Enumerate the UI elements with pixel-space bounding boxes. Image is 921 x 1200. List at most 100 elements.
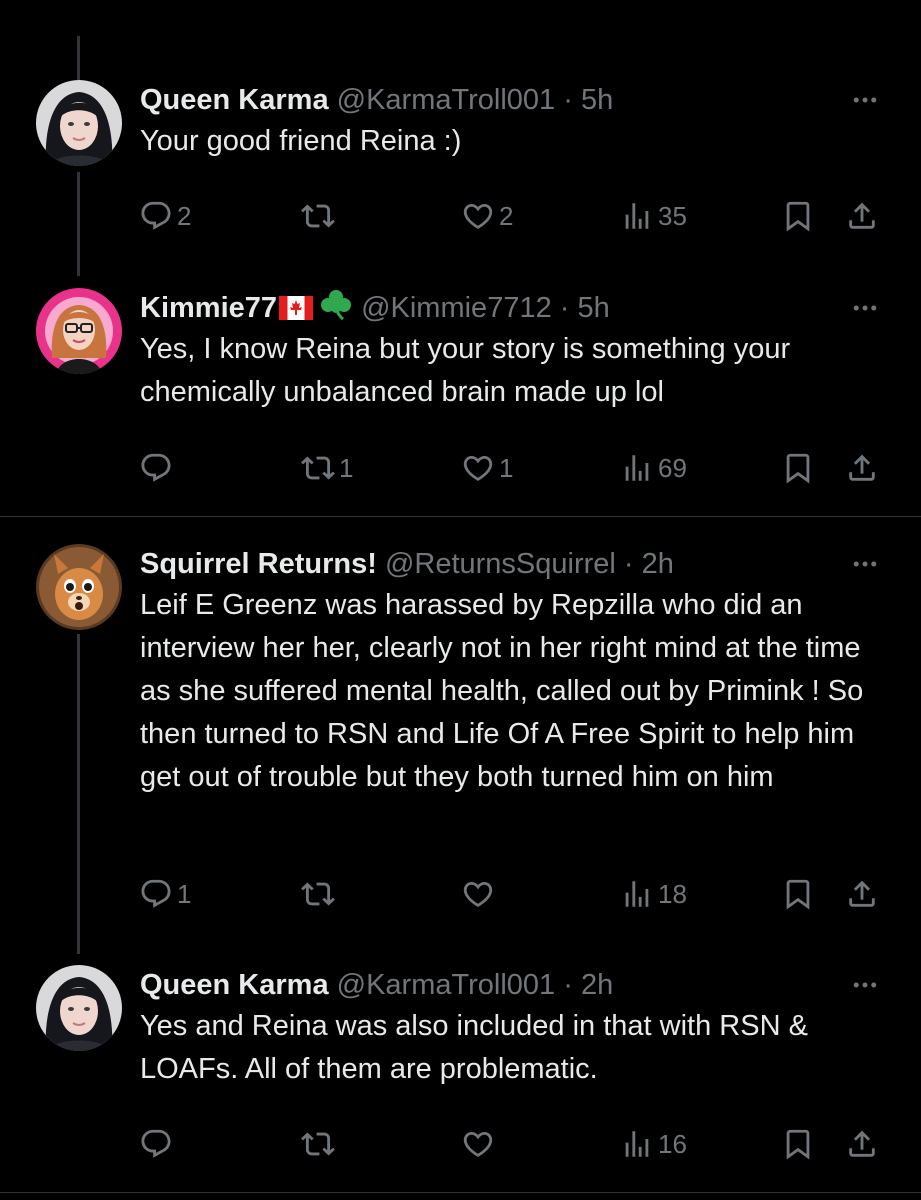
author-handle[interactable]: @ReturnsSquirrel [385,548,616,580]
reply-icon [139,877,173,911]
share-icon [845,877,879,911]
more-options-button[interactable] [847,80,883,120]
author-handle[interactable]: @KarmaTroll001 [337,969,556,1001]
heart-icon [461,451,495,485]
retweet-button[interactable] [301,196,339,236]
tweet-text: Yes and Reina was also included in that … [140,1010,808,1085]
retweet-button[interactable] [301,1124,339,1164]
bookmark-icon [781,1127,815,1161]
retweet-button[interactable] [301,874,339,914]
views-button[interactable]: 35 [620,196,687,236]
more-options-button[interactable] [847,965,883,1005]
post-time[interactable]: 2h [642,548,674,580]
thread-line-top [77,36,80,80]
views-count: 16 [658,1128,687,1159]
views-count: 18 [658,878,687,909]
woman-dark-hair-avatar-icon [36,965,122,1051]
reply-button[interactable]: 2 [139,196,191,236]
tweet-header: Squirrel Returns! @ReturnsSquirrel · 2h [140,544,674,584]
views-icon [620,1127,654,1161]
avatar-queen-karma[interactable] [36,80,122,166]
share-button[interactable] [845,874,879,914]
author-handle[interactable]: @KarmaTroll001 [337,84,556,116]
like-button[interactable]: 2 [461,196,513,236]
action-bar: 16 [0,1124,921,1164]
author-name[interactable]: Kimmie77 [140,292,277,324]
author-handle[interactable]: @Kimmie7712 [361,292,552,324]
bottom-divider [0,1192,921,1193]
bookmark-button[interactable] [781,196,815,236]
retweet-icon [301,1127,335,1161]
tweet-header: Kimmie77 @Kimmie7712 · 5h [140,288,610,328]
retweet-icon [301,199,335,233]
reply-icon [139,1127,173,1161]
bookmark-icon [781,877,815,911]
share-button[interactable] [845,448,879,488]
avatar-queen-karma[interactable] [36,965,122,1051]
like-button[interactable] [461,1124,499,1164]
reply-count: 2 [177,200,192,231]
bookmark-icon [781,451,815,485]
post-time[interactable]: 2h [581,969,613,1001]
author-name[interactable]: Queen Karma [140,969,329,1001]
tweet-header: Queen Karma @KarmaTroll001 · 5h [140,80,613,120]
heart-icon [461,877,495,911]
header-separator: · [563,969,573,1001]
views-icon [620,199,654,233]
bookmark-icon [781,199,815,233]
reply-button[interactable] [139,448,177,488]
bookmark-button[interactable] [781,448,815,488]
tweet-4[interactable]: Queen Karma @KarmaTroll001 · 2h Yes and … [0,965,921,1185]
bookmark-button[interactable] [781,874,815,914]
shamrock-icon [321,290,352,321]
post-time[interactable]: 5h [578,292,610,324]
heart-icon [461,1127,495,1161]
share-button[interactable] [845,196,879,236]
section-divider [0,516,921,517]
like-count: 1 [499,452,514,483]
tweet-2[interactable]: Kimmie77 @Kimmie7712 · 5h Yes, I know Re… [0,288,921,508]
header-separator: · [623,548,634,580]
post-time[interactable]: 5h [581,84,613,116]
author-name[interactable]: Queen Karma [140,84,329,116]
header-separator: · [559,292,570,324]
retweet-button[interactable]: 1 [301,448,353,488]
more-icon [850,970,880,1000]
share-button[interactable] [845,1124,879,1164]
share-icon [845,451,879,485]
woman-dark-hair-avatar-icon [36,80,122,166]
reply-button[interactable] [139,1124,177,1164]
more-options-button[interactable] [847,288,883,328]
more-options-button[interactable] [847,544,883,584]
tweet-3[interactable]: Squirrel Returns! @ReturnsSquirrel · 2h … [0,544,921,934]
header-separator: · [563,84,573,116]
pink-glasses-avatar-icon [36,288,122,374]
views-button[interactable]: 18 [620,874,687,914]
avatar-squirrel-returns[interactable] [36,544,122,630]
more-icon [850,549,880,579]
action-bar: 1 18 [0,874,921,914]
action-bar: 1 1 69 [0,448,921,488]
reply-button[interactable]: 1 [139,874,191,914]
author-name[interactable]: Squirrel Returns! [140,548,377,580]
share-icon [845,199,879,233]
tweet-1[interactable]: Queen Karma @KarmaTroll001 · 5h Your goo… [0,80,921,270]
views-button[interactable]: 69 [620,448,687,488]
canada-flag-icon [279,296,314,320]
tweet-text: Yes, I know Reina but your story is some… [140,333,791,408]
share-icon [845,1127,879,1161]
bookmark-button[interactable] [781,1124,815,1164]
tweet-text: Your good friend Reina :) [140,125,462,157]
avatar-kimmie77[interactable] [36,288,122,374]
views-count: 69 [658,452,687,483]
reply-count: 1 [177,878,192,909]
views-count: 35 [658,200,687,231]
views-button[interactable]: 16 [620,1124,687,1164]
action-bar: 2 2 35 [0,196,921,236]
squirrel-avatar-icon [36,544,122,630]
like-count: 2 [499,200,514,231]
tweet-text: Leif E Greenz was harassed by Repzilla w… [140,589,864,793]
heart-icon [461,199,495,233]
like-button[interactable]: 1 [461,448,513,488]
like-button[interactable] [461,874,499,914]
